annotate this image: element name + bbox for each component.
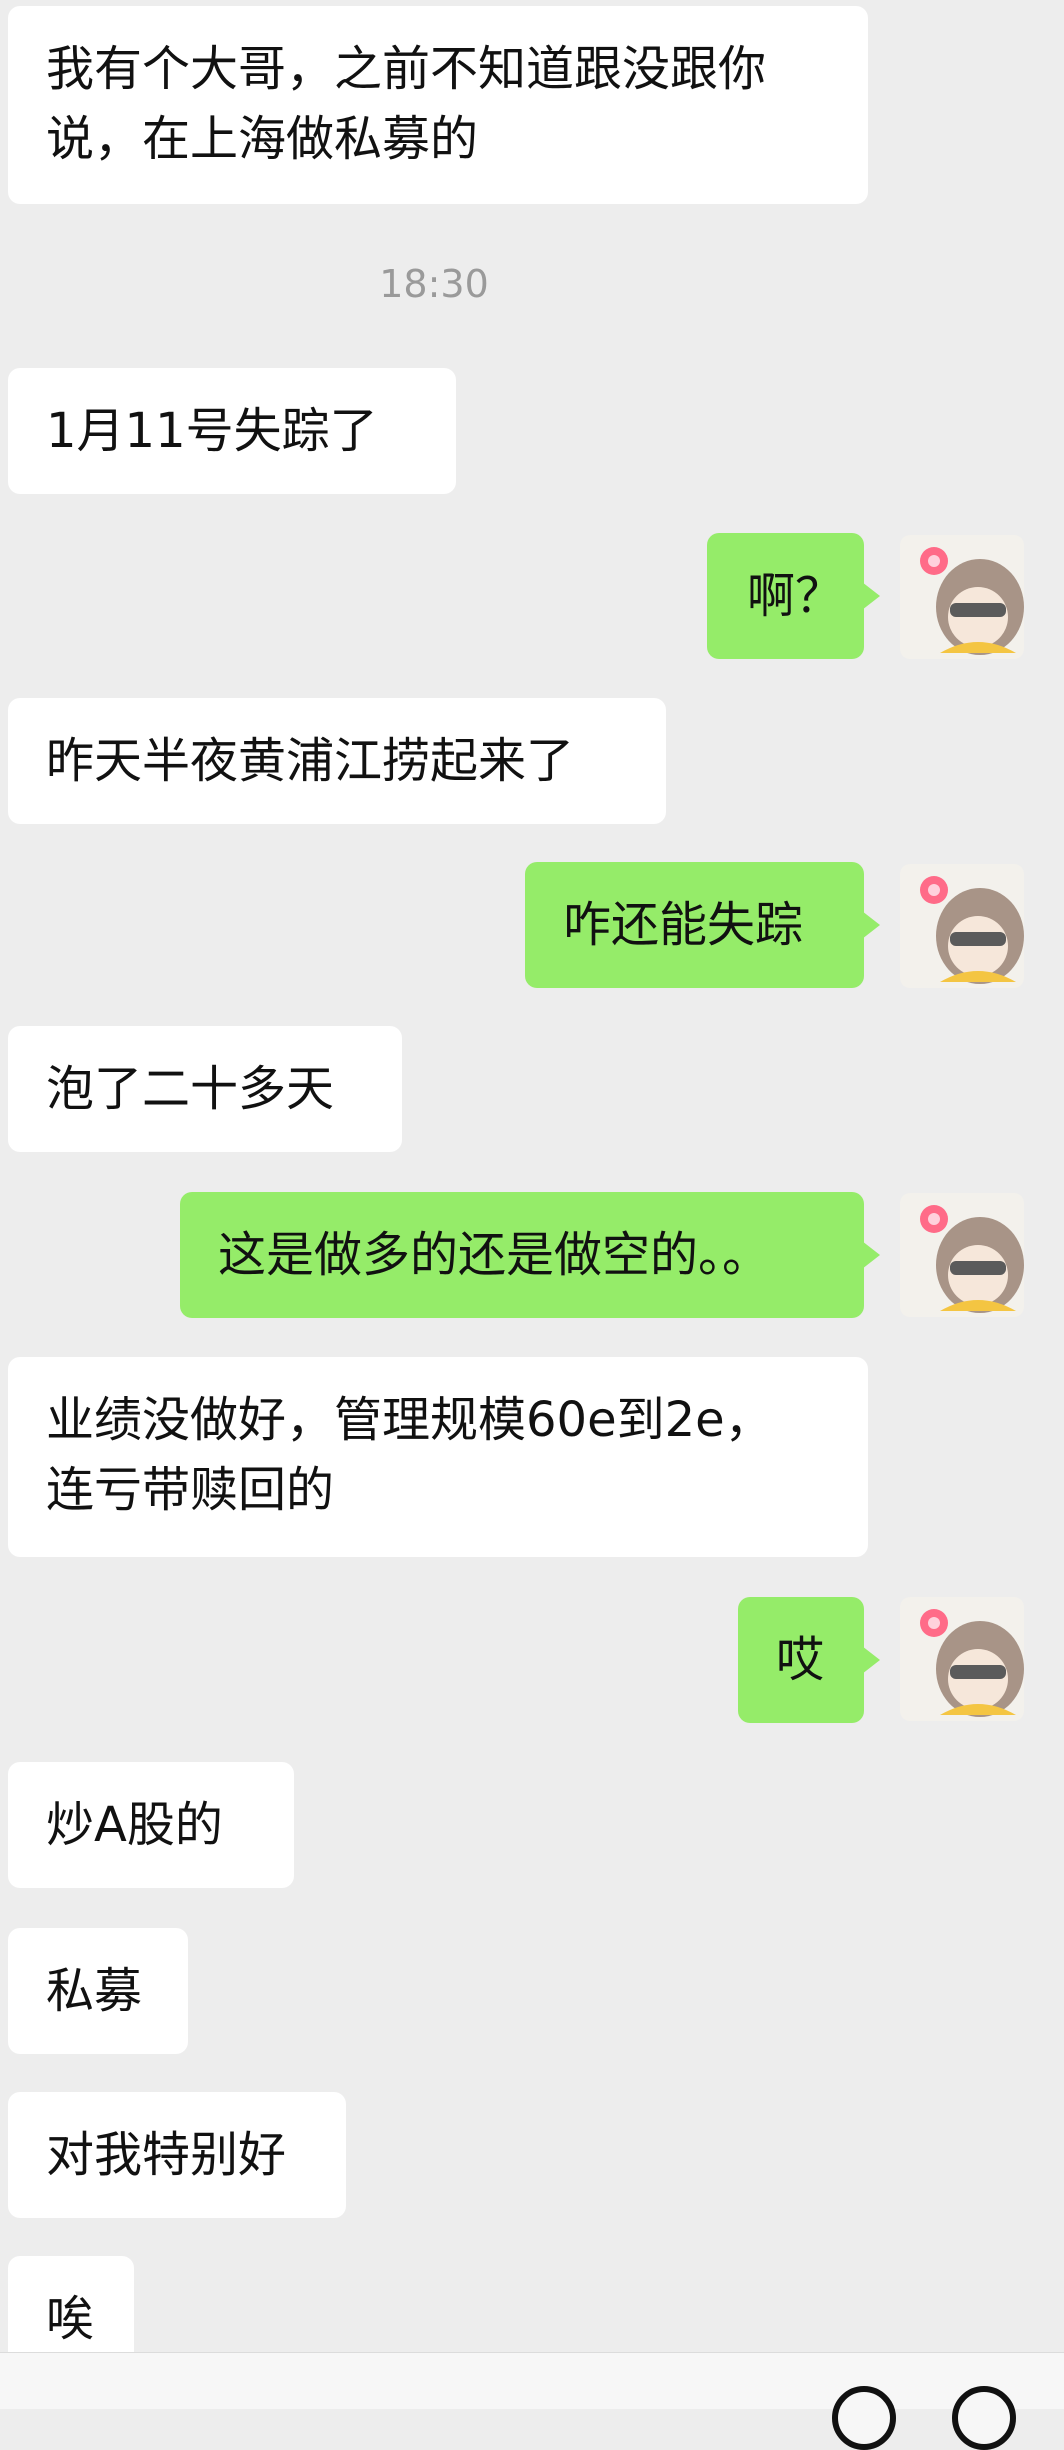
message-timestamp: 18:30 [379,262,489,306]
received-message-bubble[interactable]: 泡了二十多天 [8,1026,402,1152]
emoji-button-icon[interactable] [832,2386,896,2450]
received-message-bubble[interactable]: 炒A股的 [8,1762,294,1888]
anime-girl-avatar-icon [920,876,1024,984]
my-avatar[interactable] [900,864,1024,988]
my-avatar[interactable] [900,1597,1024,1721]
anime-girl-avatar-icon [920,1609,1024,1717]
received-message-bubble[interactable]: 昨天半夜黄浦江捞起来了 [8,698,666,824]
sent-message-bubble[interactable]: 啊？ [707,533,880,659]
anime-girl-avatar-icon [920,1205,1024,1313]
my-avatar[interactable] [900,1193,1024,1317]
plus-button-icon[interactable] [952,2386,1016,2450]
received-message-bubble[interactable]: 1月11号失踪了 [8,368,456,494]
sent-message-bubble[interactable]: 这是做多的还是做空的。。 [180,1192,880,1318]
my-avatar[interactable] [900,535,1024,659]
input-bar[interactable] [0,2352,1064,2409]
sent-message-bubble[interactable]: 哎 [738,1597,880,1723]
anime-girl-avatar-icon [920,547,1024,655]
received-message-bubble[interactable]: 私募 [8,1928,188,2054]
sent-message-bubble[interactable]: 咋还能失踪 [525,862,880,988]
received-message-bubble[interactable]: 我有个大哥，之前不知道跟没跟你 说，在上海做私募的 [8,6,868,204]
received-message-bubble[interactable]: 对我特别好 [8,2092,346,2218]
received-message-bubble[interactable]: 业绩没做好，管理规模60e到2e， 连亏带赎回的 [8,1357,868,1557]
received-message-bubble[interactable]: 唉 [8,2256,134,2366]
